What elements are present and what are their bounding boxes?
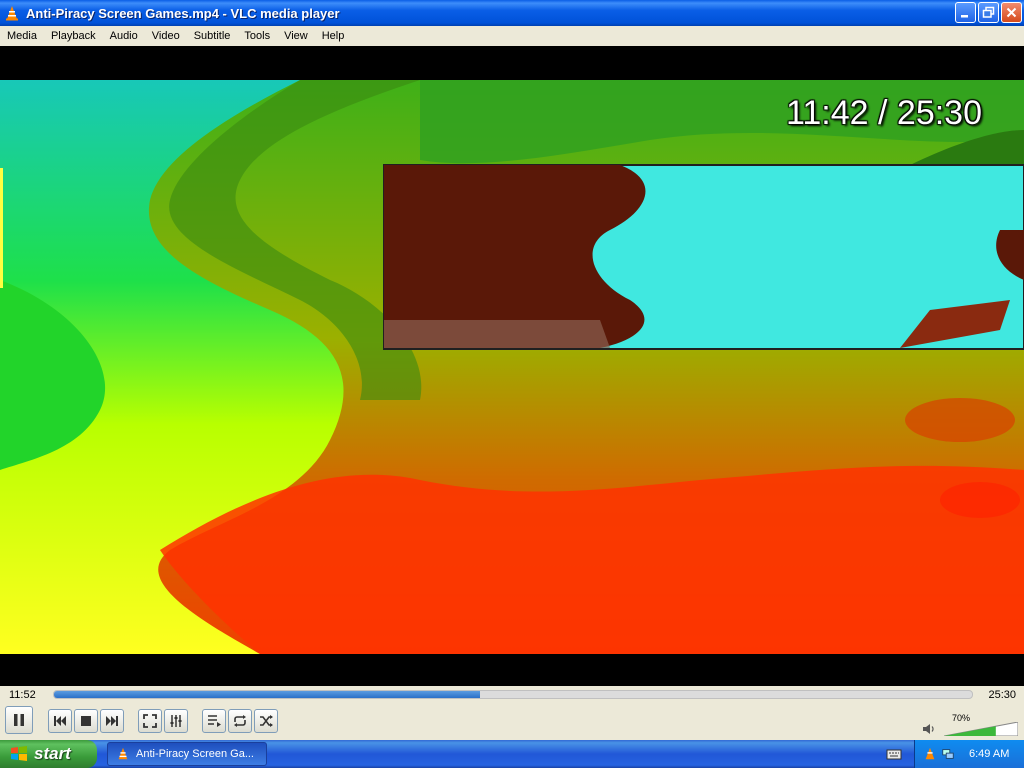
- playlist-icon: [208, 715, 221, 727]
- restore-icon: [982, 6, 995, 18]
- clock[interactable]: 6:49 AM: [969, 748, 1009, 760]
- extended-settings-button[interactable]: [164, 709, 188, 733]
- menu-playback[interactable]: Playback: [44, 26, 103, 46]
- loop-button[interactable]: [228, 709, 252, 733]
- extended-settings-icon: [170, 715, 182, 727]
- total-duration[interactable]: 25:30: [988, 689, 1016, 701]
- start-label: start: [34, 744, 71, 763]
- maximize-button[interactable]: [978, 2, 999, 23]
- previous-button[interactable]: [48, 709, 72, 733]
- vlc-tray-icon[interactable]: [923, 747, 937, 761]
- pause-button[interactable]: [5, 706, 33, 734]
- fullscreen-icon: [143, 714, 157, 728]
- keyboard-icon[interactable]: [886, 747, 902, 761]
- menu-subtitle[interactable]: Subtitle: [187, 26, 238, 46]
- taskbar-item-label: Anti-Piracy Screen Ga...: [136, 748, 254, 760]
- menu-tools[interactable]: Tools: [237, 26, 277, 46]
- minimize-icon: [961, 15, 968, 18]
- stop-icon: [81, 716, 91, 726]
- video-area[interactable]: 11:42 / 25:30: [0, 46, 1024, 686]
- shuffle-button[interactable]: [254, 709, 278, 733]
- loop-icon: [234, 715, 246, 727]
- start-button[interactable]: start: [0, 740, 97, 768]
- next-icon: [106, 716, 118, 726]
- video-frame: [0, 80, 1024, 654]
- elapsed-time[interactable]: 11:52: [9, 689, 36, 701]
- seek-bar[interactable]: [53, 690, 973, 699]
- menu-audio[interactable]: Audio: [103, 26, 145, 46]
- previous-icon: [54, 716, 66, 726]
- pause-icon: [14, 714, 24, 726]
- menu-view[interactable]: View: [277, 26, 315, 46]
- taskbar-item-vlc[interactable]: Anti-Piracy Screen Ga...: [107, 742, 267, 766]
- menu-media[interactable]: Media: [0, 26, 44, 46]
- playlist-button[interactable]: [202, 709, 226, 733]
- video-image: [0, 80, 1024, 654]
- next-button[interactable]: [100, 709, 124, 733]
- minimize-button[interactable]: [955, 2, 976, 23]
- stop-button[interactable]: [74, 709, 98, 733]
- fullscreen-button[interactable]: [138, 709, 162, 733]
- windows-flag-icon: [11, 746, 27, 761]
- close-button[interactable]: [1001, 2, 1022, 23]
- network-icon[interactable]: [941, 747, 955, 761]
- osd-time: 11:42 / 25:30: [786, 94, 982, 132]
- control-bar: 11:52 25:30 70%: [0, 686, 1024, 740]
- title-bar[interactable]: Anti-Piracy Screen Games.mp4 - VLC media…: [0, 0, 1024, 26]
- speaker-icon[interactable]: [922, 722, 936, 736]
- seek-bar-fill: [54, 691, 480, 698]
- screen: Anti-Piracy Screen Games.mp4 - VLC media…: [0, 0, 1024, 768]
- volume-slider[interactable]: [944, 722, 1018, 736]
- close-icon: [1006, 7, 1017, 18]
- menu-help[interactable]: Help: [315, 26, 352, 46]
- system-tray: 6:49 AM: [914, 740, 1024, 768]
- menu-bar: Media Playback Audio Video Subtitle Tool…: [0, 26, 1024, 46]
- vlc-cone-icon: [6, 6, 18, 21]
- shuffle-icon: [260, 715, 273, 727]
- taskbar: start Anti-Piracy Screen Ga... 6:49 AM: [0, 740, 1024, 768]
- window-title: Anti-Piracy Screen Games.mp4 - VLC media…: [26, 5, 340, 21]
- vlc-cone-icon: [118, 747, 128, 760]
- menu-video[interactable]: Video: [145, 26, 187, 46]
- window-controls: [955, 2, 1022, 23]
